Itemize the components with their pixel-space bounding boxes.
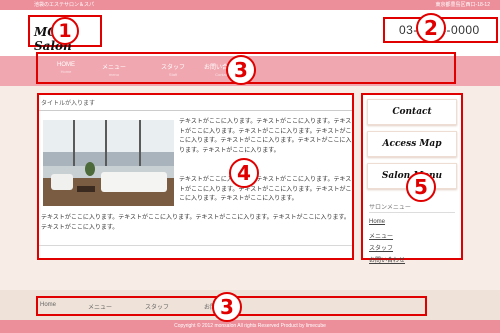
body-paragraph: テキストがここに入ります。テキストがここに入ります。テキストがここに入ります。テ… [41,215,350,231]
nav-item-label: HOME [57,62,75,68]
tagline: 池袋のエステサロン＆スパ [34,2,95,8]
callout-marker: 3 [212,292,242,322]
footer-link-home[interactable]: Home [40,302,56,308]
nav-item-staff[interactable]: スタッフ Staff [151,62,195,77]
sidebar-link-contact[interactable]: お問い合わせ [369,255,405,264]
nav-item-sub: Staff [168,72,178,77]
content-divider [39,245,352,246]
callout-marker: 4 [229,158,259,188]
top-info-bar: 池袋のエステサロン＆スパ 東京都豊島区西口-18-12 [0,0,500,10]
callout-marker: 2 [416,13,446,43]
sidebar-heading: サロンメニュー [369,205,411,211]
interior-photo [43,120,174,206]
nav-item-label: メニュー [101,65,126,71]
nav-item-sub: Home [60,69,72,74]
nav-item-sub: menu [108,72,119,77]
contact-button[interactable]: Contact [367,99,457,125]
sidebar-link-home[interactable]: Home [369,219,385,225]
footer-link-staff[interactable]: スタッフ [145,302,169,311]
access-map-button[interactable]: Access Map [367,131,457,157]
sidebar-link-menu[interactable]: メニュー [369,231,393,240]
sidebar-divider [369,212,455,213]
content-title: タイトルが入ります [41,101,96,107]
nav-item-home[interactable]: HOME Home [44,62,88,74]
main-content: タイトルが入ります テキストがここに入ります。テキストがここに入ります。テキスト… [37,93,354,260]
title-divider [39,110,352,111]
body-paragraph: テキストがここに入ります。テキストがここに入ります。テキストがここに入ります。テ… [179,177,352,202]
callout-marker: 1 [51,17,79,45]
callout-marker: 3 [226,55,256,85]
address: 東京都豊島区西口-18-12 [435,2,490,8]
body-paragraph: テキストがここに入ります。テキストがここに入ります。テキストがここに入ります。テ… [179,119,352,154]
nav-item-label: スタッフ [160,65,185,71]
footer-link-menu[interactable]: メニュー [88,302,112,311]
copyright-bar: Copyright © 2012 monsalon All rights Res… [0,320,500,333]
sidebar-link-staff[interactable]: スタッフ [369,243,393,252]
callout-marker: 5 [406,172,436,202]
nav-item-menu[interactable]: メニュー menu [92,62,136,77]
